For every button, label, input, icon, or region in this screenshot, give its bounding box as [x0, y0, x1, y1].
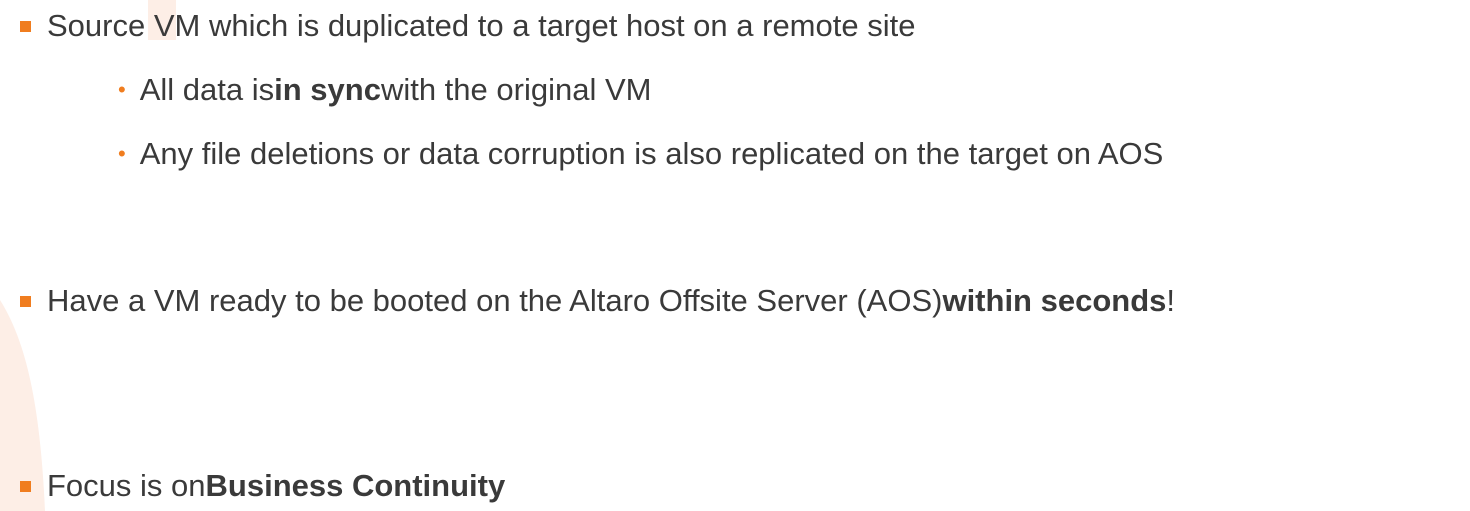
- bullet-text-pre: Focus is on: [47, 468, 206, 503]
- dot-bullet-icon: •: [118, 141, 126, 166]
- bullet-text: Source VM which is duplicated to a targe…: [47, 8, 916, 43]
- square-bullet-icon: [20, 480, 31, 492]
- bullet-text-pre: All data is: [139, 72, 275, 107]
- bullet-boot-ready: Have a VM ready to be booted on the Alta…: [20, 281, 1175, 321]
- bullet-text-post: with the original VM: [380, 72, 652, 107]
- square-bullet-icon: [20, 20, 31, 32]
- bullet-source-vm: Source VM which is duplicated to a targe…: [20, 6, 915, 46]
- square-bullet-icon: [20, 295, 31, 307]
- slide-content: Source VM which is duplicated to a targe…: [0, 0, 1470, 511]
- dot-bullet-icon: •: [118, 77, 126, 102]
- bullet-text: Any file deletions or data corruption is…: [139, 136, 1164, 171]
- bullet-text-bold: Business Continuity: [205, 468, 506, 503]
- bullet-business-continuity: Focus is on Business Continuity: [20, 466, 505, 506]
- sub-bullet-replication: • Any file deletions or data corruption …: [118, 134, 1163, 174]
- sub-bullet-in-sync: • All data is in sync with the original …: [118, 70, 651, 110]
- bullet-text-post: !: [1166, 283, 1175, 318]
- bullet-text-pre: Have a VM ready to be booted on the Alta…: [47, 283, 943, 318]
- bullet-text-bold: in sync: [274, 72, 381, 107]
- bullet-text-bold: within seconds: [942, 283, 1167, 318]
